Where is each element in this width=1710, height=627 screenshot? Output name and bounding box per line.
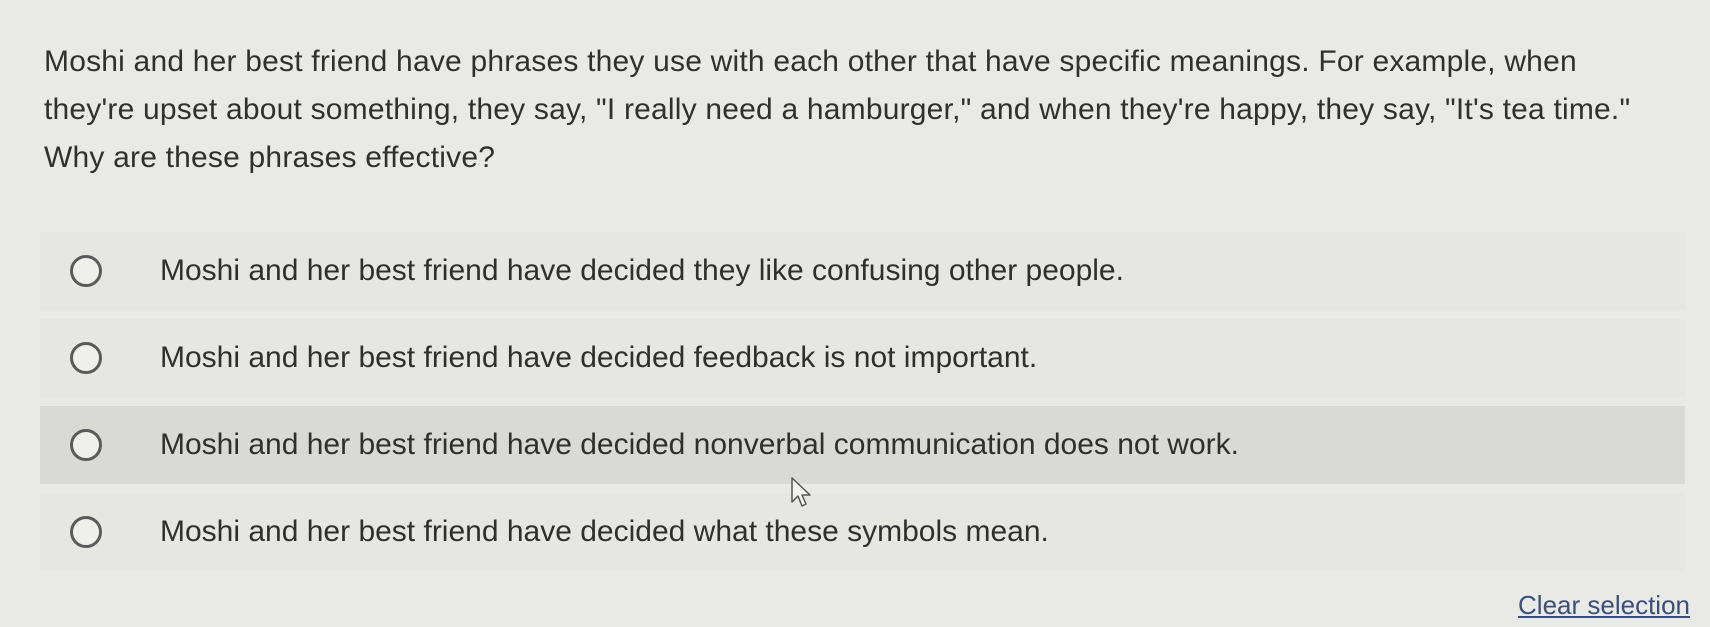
clear-selection-link[interactable]: Clear selection <box>1518 590 1690 621</box>
answer-option-label: Moshi and her best friend have decided w… <box>160 515 1049 548</box>
answer-option-1[interactable]: Moshi and her best friend have decided t… <box>40 232 1685 310</box>
answer-options: Moshi and her best friend have decided t… <box>40 232 1685 580</box>
answer-option-3[interactable]: Moshi and her best friend have decided n… <box>40 406 1685 484</box>
answer-option-label: Moshi and her best friend have decided t… <box>160 254 1124 287</box>
radio-unselected-icon[interactable] <box>70 342 102 374</box>
radio-unselected-icon[interactable] <box>70 255 102 287</box>
answer-option-label: Moshi and her best friend have decided n… <box>160 428 1239 461</box>
radio-unselected-icon[interactable] <box>70 516 102 548</box>
answer-option-2[interactable]: Moshi and her best friend have decided f… <box>40 319 1685 397</box>
answer-option-4[interactable]: Moshi and her best friend have decided w… <box>40 493 1685 571</box>
question-text: Moshi and her best friend have phrases t… <box>44 45 1631 174</box>
answer-option-label: Moshi and her best friend have decided f… <box>160 341 1038 374</box>
radio-unselected-icon[interactable] <box>70 429 102 461</box>
